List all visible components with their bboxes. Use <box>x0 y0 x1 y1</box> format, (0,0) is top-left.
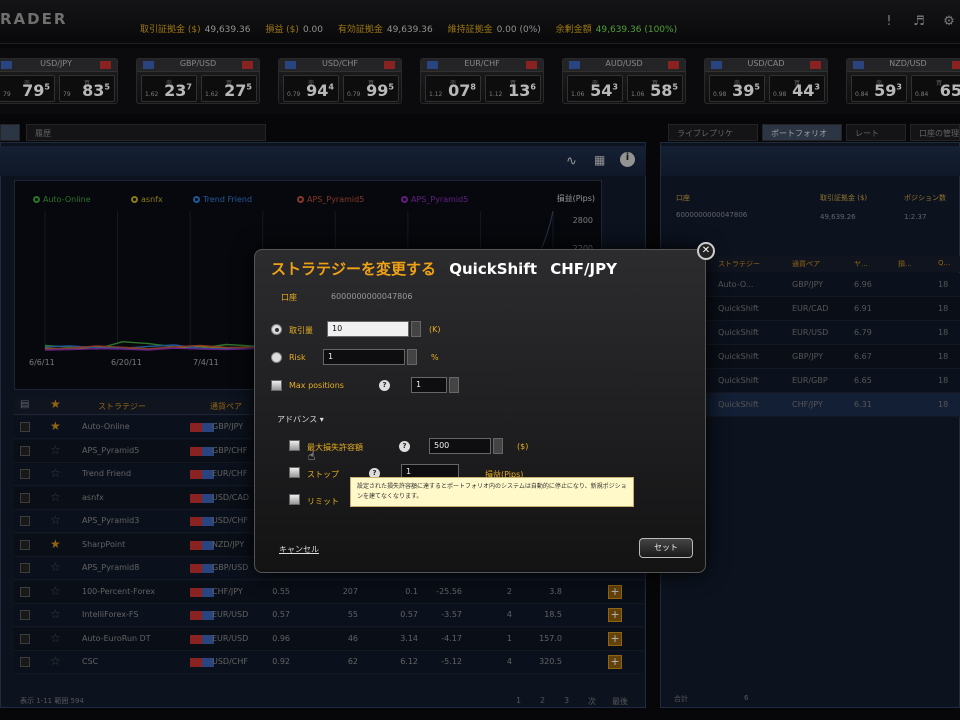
advanced-toggle[interactable]: アドバンス ▾ <box>277 414 324 425</box>
lots-label: 取引量 <box>289 326 313 335</box>
risk-radio[interactable] <box>271 352 282 363</box>
dialog-strategy-name: QuickShift <box>449 260 538 278</box>
limit-label: リミット <box>307 497 339 506</box>
change-strategy-dialog: ✕ ストラテジーを変更する QuickShift CHF/JPY 口座 6000… <box>254 242 715 573</box>
maxpos-spinner[interactable] <box>449 377 459 393</box>
cancel-link[interactable]: キャンセル <box>279 544 319 555</box>
dialog-title: ストラテジーを変更する QuickShift CHF/JPY <box>271 258 617 279</box>
maxloss-tooltip: 設定された損失許容額に達するとポートフォリオ内のシステムは自動的に停止になり、新… <box>350 477 634 507</box>
maxloss-input[interactable]: 500 <box>429 438 491 454</box>
account-label: 口座 <box>281 293 297 302</box>
lots-spinner[interactable] <box>411 321 421 337</box>
maxpos-input[interactable]: 1 <box>411 377 447 393</box>
close-icon[interactable]: ✕ <box>697 242 715 260</box>
account-value: 6000000000047806 <box>331 292 413 301</box>
dialog-pair: CHF/JPY <box>550 260 617 278</box>
maxloss-checkbox[interactable] <box>289 440 300 451</box>
stop-checkbox[interactable] <box>289 467 300 478</box>
advanced-label: アドバンス <box>277 415 318 424</box>
limit-checkbox[interactable] <box>289 494 300 505</box>
maxloss-label: 最大損失許容額 <box>307 443 363 452</box>
help-icon[interactable]: ? <box>399 441 410 452</box>
mouse-cursor-icon: ☝ <box>308 449 316 463</box>
risk-unit: % <box>431 353 439 362</box>
maxpos-label: Max positions <box>289 381 344 390</box>
maxloss-spinner[interactable] <box>493 438 503 454</box>
lots-input[interactable]: 10 <box>327 321 409 337</box>
help-icon[interactable]: ? <box>379 380 390 391</box>
dialog-title-text: ストラテジーを変更する <box>271 260 437 278</box>
risk-input[interactable]: 1 <box>323 349 405 365</box>
lots-radio[interactable] <box>271 324 282 335</box>
lots-unit: (K) <box>429 325 441 334</box>
risk-spinner[interactable] <box>407 349 417 365</box>
set-button[interactable]: セット <box>639 538 693 558</box>
maxloss-unit: ($) <box>517 442 529 451</box>
stop-label: ストップ <box>307 470 339 479</box>
maxpos-checkbox[interactable] <box>271 380 282 391</box>
risk-label: Risk <box>289 353 306 362</box>
